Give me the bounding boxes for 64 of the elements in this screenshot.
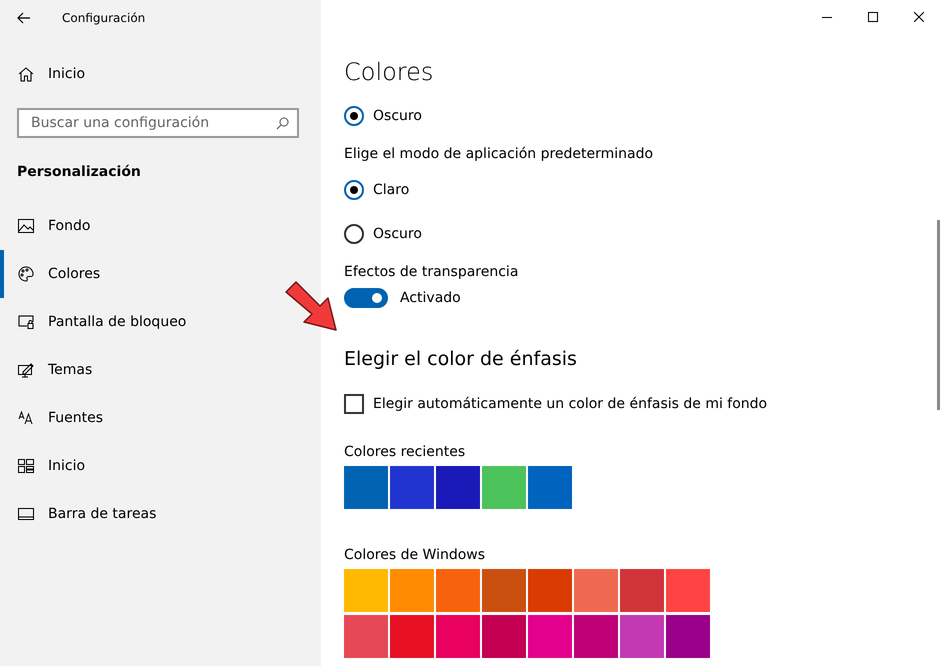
toggle-switch[interactable] [344,288,388,308]
color-swatch[interactable] [482,615,526,658]
color-swatch[interactable] [344,466,388,509]
radio-button[interactable] [344,180,364,200]
color-swatch[interactable] [666,615,710,658]
setting-label: Colores de Windows [344,547,486,563]
sidebar-item[interactable]: Temas [0,346,104,394]
color-swatch[interactable] [390,569,434,612]
color-swatch[interactable] [390,615,434,658]
sidebar-item[interactable]: Fuentes [0,394,116,442]
toggle-state-text: Activado [400,290,461,306]
home-icon [18,66,34,82]
maximize-icon [868,12,878,22]
color-swatch[interactable] [436,569,480,612]
color-swatch[interactable] [344,615,388,658]
radio-label: Claro [373,182,410,198]
sidebar-item[interactable]: Fondo [0,202,102,250]
color-swatch[interactable] [436,466,480,509]
checkbox[interactable] [344,394,364,414]
section-heading: Elegir el color de énfasis [344,348,578,370]
minimize-icon [822,16,832,18]
window-title: Configuración [62,11,146,25]
close-icon [914,12,924,22]
color-swatch[interactable] [482,466,526,509]
color-swatch[interactable] [574,569,618,612]
letters-icon [18,411,34,425]
color-swatch[interactable] [482,569,526,612]
back-arrow-icon [17,12,31,24]
color-swatch[interactable] [344,569,388,612]
setting-label: Colores recientes [344,444,466,460]
page-title: Colores [344,58,434,86]
color-swatch[interactable] [620,615,664,658]
radio-button[interactable] [344,224,364,244]
pencil-monitor-icon [18,362,34,378]
checkbox-label: Elegir automáticamente un color de énfasis de mi fondo [373,396,768,412]
radio-label: Oscuro [373,108,422,124]
color-swatch[interactable] [528,466,572,509]
color-swatch[interactable] [666,569,710,612]
taskbar-icon [18,508,34,520]
search-field[interactable]: Buscar una configuración [17,108,299,138]
color-swatch[interactable] [436,615,480,658]
tiles-icon [18,459,34,473]
radio-button[interactable] [344,106,364,126]
color-swatch[interactable] [574,615,618,658]
setting-label: Elige el modo de aplicación predeterminado [344,146,654,162]
pointer-arrow-drawing [284,280,338,332]
palette-icon [18,266,34,282]
home-nav-item[interactable]: Inicio [0,50,98,98]
sidebar-item[interactable]: Colores [0,250,112,298]
section-heading: Personalización [17,164,142,180]
color-swatch[interactable] [620,569,664,612]
sidebar-item[interactable]: Pantalla de bloqueo [0,298,198,346]
color-swatch[interactable] [528,615,572,658]
screen-lock-icon [18,315,34,329]
scrollbar-thumb[interactable] [937,220,940,410]
sidebar-item[interactable]: Barra de tareas [0,490,168,538]
sidebar-item[interactable]: Inicio [0,442,98,490]
color-swatch[interactable] [528,569,572,612]
radio-label: Oscuro [373,226,422,242]
search-input[interactable]: Buscar una configuración [29,114,276,132]
picture-icon [18,219,34,233]
search-icon [276,116,289,130]
setting-label: Efectos de transparencia [344,264,520,280]
color-swatch[interactable] [390,466,434,509]
